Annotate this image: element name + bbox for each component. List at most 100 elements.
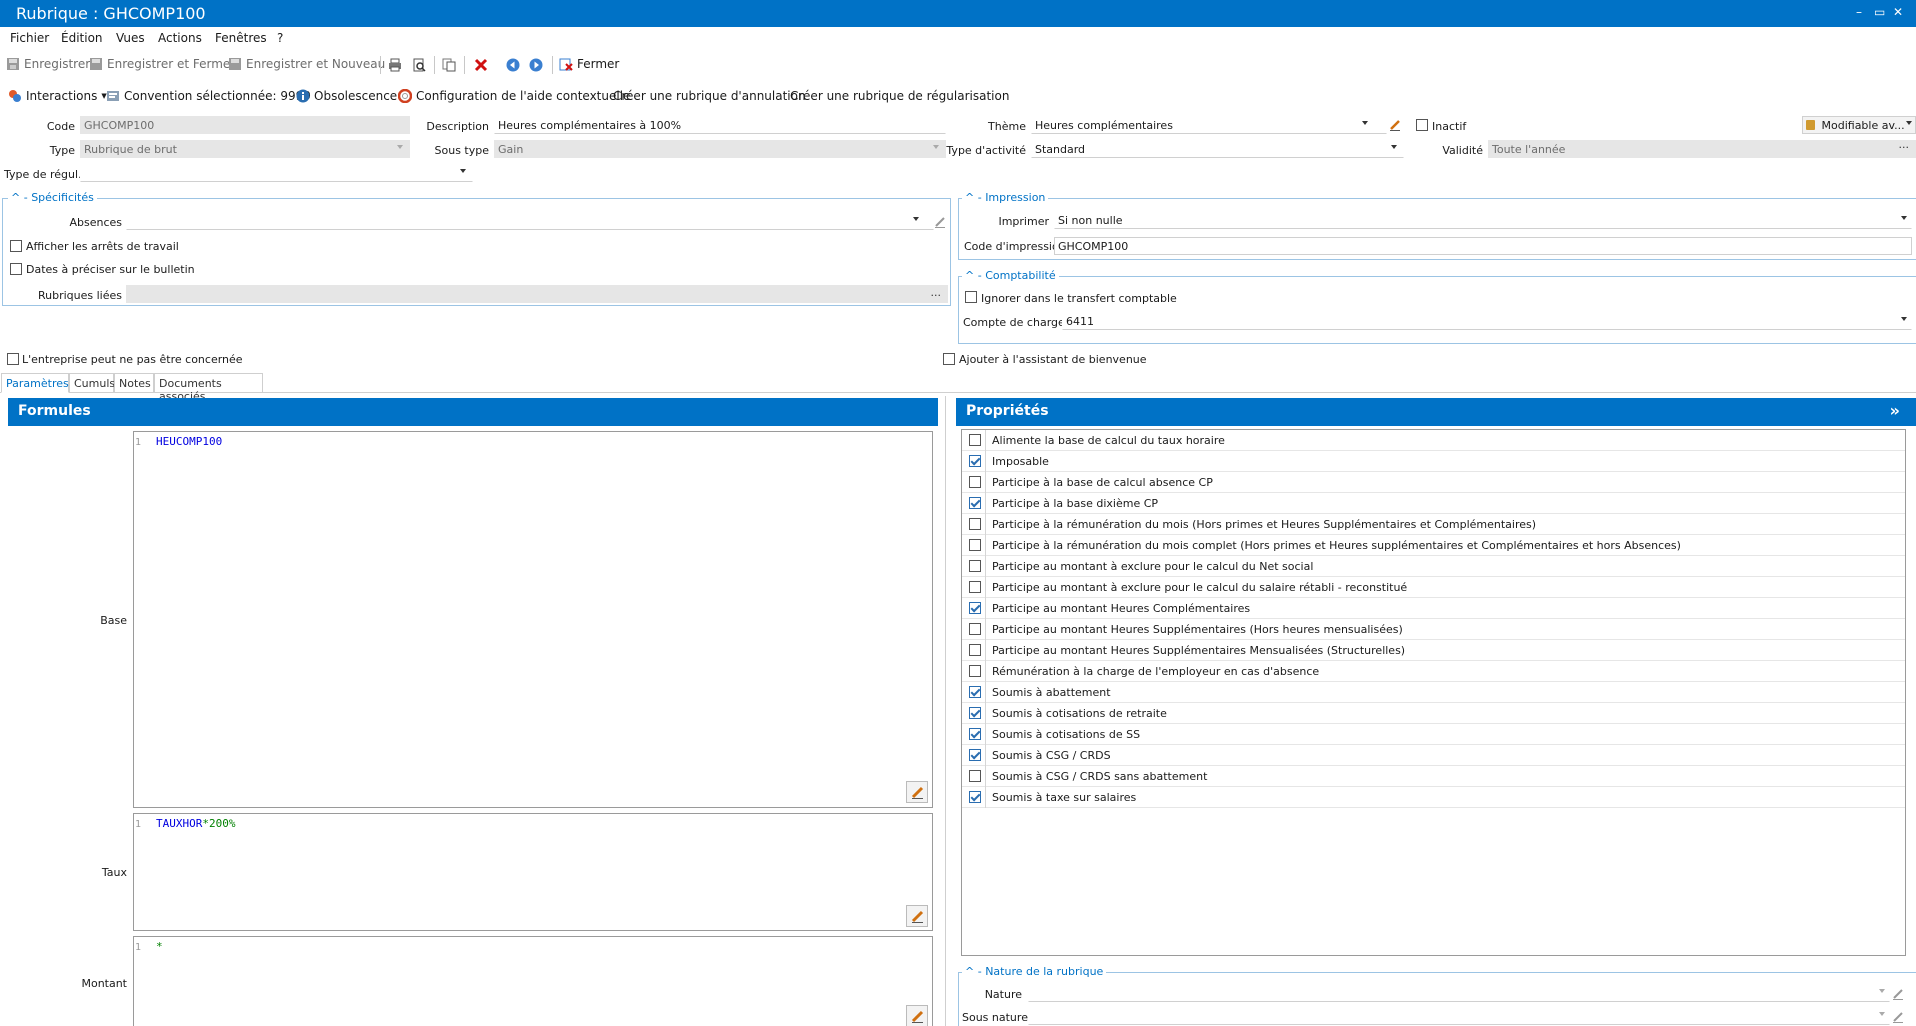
chevron-down-icon [1879,989,1885,993]
property-checkbox[interactable] [969,791,981,803]
nature-title[interactable]: ^ - Nature de la rubrique [962,965,1107,978]
code-field[interactable]: GHCOMP100 [80,116,410,134]
obsolescence-button[interactable]: Obsolescence [296,89,397,103]
create-regul-button[interactable]: Créer une rubrique de régularisation [790,89,1009,103]
print-icon[interactable] [388,58,402,72]
property-checkbox[interactable] [969,518,981,530]
property-checkbox[interactable] [969,602,981,614]
type-regul-select[interactable] [80,164,473,182]
ignorer-transfert-label: Ignorer dans le transfert comptable [981,292,1177,305]
create-cancel-button[interactable]: Créer une rubrique d'annulation [613,89,806,103]
toolbar-separator [380,56,381,74]
property-checkbox[interactable] [969,455,981,467]
menu-help[interactable]: ? [277,31,283,45]
property-checkbox[interactable] [969,707,981,719]
menu-fenetres[interactable]: Fenêtres [215,31,267,45]
montant-editor[interactable]: 1 * [133,936,933,1026]
validite-field[interactable]: Toute l'année ··· [1488,140,1916,158]
specificites-title[interactable]: ^ - Spécificités [8,191,97,204]
property-checkbox[interactable] [969,665,981,677]
rubriques-liees-field[interactable]: ... [126,285,948,303]
more-icon[interactable]: ··· [1899,141,1910,154]
print-preview-icon[interactable] [412,58,426,72]
description-field[interactable]: Heures complémentaires à 100% [494,116,946,134]
modifiable-select[interactable]: Modifiable av... [1802,116,1916,134]
inactif-checkbox[interactable] [1416,119,1428,131]
property-row: Soumis à cotisations de SS [962,724,1905,745]
base-editor[interactable]: 1 HEUCOMP100 [133,431,933,808]
edit-pencil-icon[interactable] [1389,119,1401,131]
menu-actions[interactable]: Actions [158,31,202,45]
create-cancel-label: Créer une rubrique d'annulation [613,89,806,103]
minimize-icon[interactable]: – [1856,5,1862,19]
edit-base-button[interactable] [906,781,928,803]
property-checkbox[interactable] [969,581,981,593]
absences-select[interactable] [126,212,934,230]
type-select[interactable]: Rubrique de brut [80,140,410,158]
tab-notes[interactable]: Notes [114,373,154,393]
row-divider [985,745,986,766]
property-checkbox[interactable] [969,476,981,488]
edit-pencil-icon[interactable] [1892,988,1904,1000]
ignorer-transfert-checkbox[interactable] [965,291,977,303]
next-icon[interactable] [529,58,543,72]
type-activite-select[interactable]: Standard [1031,140,1404,158]
save-new-button[interactable]: Enregistrer et Nouveau [228,57,385,71]
property-checkbox[interactable] [969,497,981,509]
property-checkbox[interactable] [969,686,981,698]
description-label: Description [426,120,489,133]
edit-taux-button[interactable] [906,905,928,927]
comptabilite-title[interactable]: ^ - Comptabilité [962,269,1059,282]
edit-pencil-icon[interactable] [1892,1011,1904,1023]
property-checkbox[interactable] [969,623,981,635]
taux-editor[interactable]: 1 TAUXHOR*200% [133,813,933,931]
splitter[interactable] [945,396,946,1026]
help-config-button[interactable]: Configuration de l'aide contextuelle [398,89,630,103]
menu-vues[interactable]: Vues [116,31,145,45]
previous-icon[interactable] [506,58,520,72]
ajouter-assistant-checkbox[interactable] [943,353,955,365]
code-impression-field[interactable]: GHCOMP100 [1054,237,1912,255]
copy-icon[interactable] [442,58,456,72]
tab-cumuls[interactable]: Cumuls [69,373,115,393]
restore-icon[interactable]: ▭ [1874,5,1885,19]
tab-documents[interactable]: Documents associés [154,373,263,403]
entreprise-concernee-checkbox[interactable] [7,353,19,365]
property-label: Rémunération à la charge de l'employeur … [992,665,1320,678]
interactions-menu[interactable]: Interactions ▼ [8,89,107,103]
dates-preciser-checkbox[interactable] [10,263,22,275]
imprimer-select[interactable]: Si non nulle [1054,211,1912,229]
property-checkbox[interactable] [969,539,981,551]
property-checkbox[interactable] [969,728,981,740]
close-button[interactable]: Fermer [559,57,619,71]
afficher-arrets-checkbox[interactable] [10,240,22,252]
sous-type-value: Gain [498,143,524,156]
validite-label: Validité [1442,144,1483,157]
compte-charges-select[interactable]: 6411 [1062,312,1912,330]
tab-parametres[interactable]: Paramètres [1,373,69,393]
sous-nature-select[interactable] [1028,1007,1890,1025]
menu-bar: Fichier Édition Vues Actions Fenêtres ? [0,27,1916,49]
menu-edition[interactable]: Édition [61,31,103,45]
collapse-panel-icon[interactable]: » [1890,401,1900,420]
property-checkbox[interactable] [969,770,981,782]
edit-montant-button[interactable] [906,1005,928,1026]
theme-select[interactable]: Heures complémentaires [1031,116,1387,134]
property-checkbox[interactable] [969,560,981,572]
property-checkbox[interactable] [969,749,981,761]
save-button[interactable]: Enregistrer [6,57,90,71]
convention-button[interactable]: Convention sélectionnée: 9999 [106,89,311,103]
sous-type-select[interactable]: Gain [494,140,946,158]
edit-pencil-icon[interactable] [934,216,946,228]
menu-fichier[interactable]: Fichier [10,31,49,45]
impression-title[interactable]: ^ - Impression [962,191,1049,204]
more-icon[interactable]: ... [931,286,942,299]
type-activite-value: Standard [1035,143,1086,156]
property-checkbox[interactable] [969,434,981,446]
compte-charges-value: 6411 [1066,315,1094,328]
nature-select[interactable] [1028,984,1890,1002]
save-close-button[interactable]: Enregistrer et Fermer [89,57,235,71]
property-checkbox[interactable] [969,644,981,656]
delete-icon[interactable] [474,58,488,72]
close-window-icon[interactable]: ✕ [1893,5,1903,19]
